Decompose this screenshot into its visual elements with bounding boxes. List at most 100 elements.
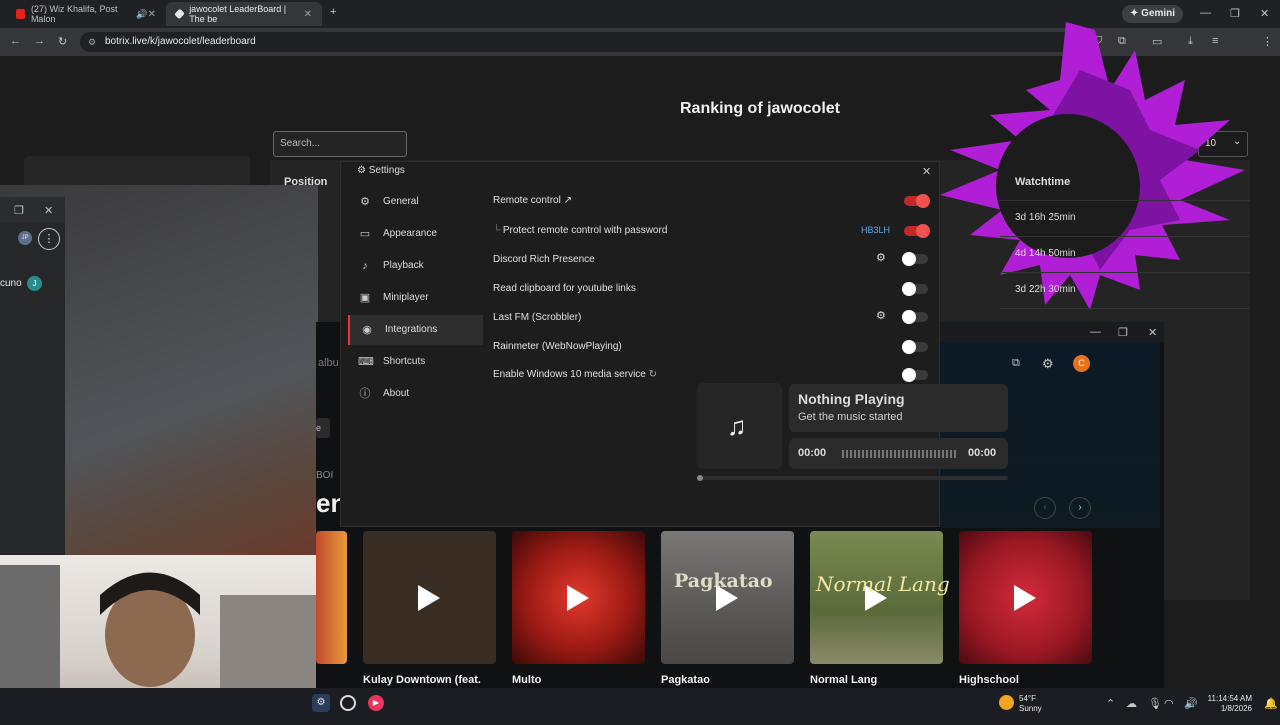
gear-icon[interactable]: ⚙ [876, 251, 886, 264]
restore-icon[interactable]: ❐ [1118, 326, 1128, 339]
settings-nav-miniplayer[interactable]: ▣ Miniplayer [348, 283, 483, 313]
progress-knob[interactable] [697, 475, 703, 481]
album-title[interactable]: Kulay Downtown (feat. [363, 674, 481, 686]
option-rainmeter: Rainmeter (WebNowPlaying) [493, 341, 622, 352]
waveform-seek-bar[interactable] [842, 450, 958, 458]
album-title[interactable]: Pagkatao [661, 674, 710, 686]
album-title[interactable]: Highschool [959, 674, 1019, 686]
row-divider [1000, 236, 1250, 237]
site-info-icon[interactable]: ⚙ [88, 32, 96, 52]
album-card[interactable] [316, 531, 347, 664]
progress-bar[interactable] [697, 475, 1008, 481]
microphone-icon[interactable]: 🎙 [1148, 697, 1162, 710]
weather-temp: 54°F [1019, 694, 1036, 703]
volume-icon[interactable]: 🔊 [1184, 697, 1198, 710]
reload-icon[interactable]: ↻ [58, 35, 67, 48]
settings-nav-shortcuts[interactable]: ⌨ Shortcuts [348, 347, 483, 377]
restore-icon[interactable]: ❐ [14, 204, 24, 217]
miniplayer-icon[interactable]: ⧉ [1012, 357, 1020, 370]
watchtime-cell: 3d 22h 30min [1015, 284, 1076, 295]
settings-nav-playback[interactable]: ♪ Playback [348, 251, 483, 281]
settings-nav-about[interactable]: ⓘ About [348, 379, 483, 409]
close-window-icon[interactable]: ✕ [44, 204, 53, 217]
close-tab-icon[interactable]: ✕ [148, 9, 156, 20]
music-app-taskbar-icon[interactable]: ▶ [368, 695, 384, 711]
album-card[interactable] [512, 531, 645, 664]
back-icon[interactable]: ← [10, 35, 21, 47]
wifi-icon[interactable]: ◠ [1164, 697, 1174, 710]
option-clipboard: Read clipboard for youtube links [493, 283, 636, 294]
miniplayer-icon: ▣ [359, 292, 371, 304]
broadcast-icon: ◉ [362, 324, 372, 336]
onedrive-icon[interactable]: ☁ [1126, 697, 1137, 710]
notification-icon[interactable]: 🔔 [1264, 697, 1278, 710]
weather-widget[interactable]: 54°F Sunny [1019, 694, 1042, 714]
close-window-icon[interactable]: ✕ [1148, 326, 1157, 339]
play-icon[interactable] [567, 585, 589, 611]
minimize-icon[interactable]: — [1200, 7, 1211, 19]
clock-date: 1/8/2026 [1220, 704, 1252, 713]
carousel-next-button[interactable]: › [1069, 497, 1091, 519]
toggle-protect-remote[interactable] [904, 224, 930, 238]
partial-text: BOI [316, 470, 334, 481]
play-icon[interactable] [1014, 585, 1036, 611]
album-card[interactable] [959, 531, 1092, 664]
album-title[interactable]: Multo [512, 674, 541, 686]
settings-nav-integrations[interactable]: ◉ Integrations [348, 315, 483, 345]
refresh-icon[interactable]: ↻ [649, 369, 657, 380]
search-input[interactable]: Search... [273, 131, 407, 157]
tab-label: jawocolet LeaderBoard | The be [189, 4, 287, 24]
player-artwork: ♫ [697, 383, 782, 469]
minimize-icon[interactable]: — [1090, 326, 1101, 338]
play-icon[interactable] [418, 585, 440, 611]
option-windows-media: Enable Windows 10 media service ↻ [493, 369, 658, 380]
tab-label: (27) Wiz Khalifa, Post Malon [30, 4, 118, 24]
restore-icon[interactable]: ❐ [1230, 7, 1240, 20]
partial-text: albu [318, 357, 339, 369]
menu-dots-icon[interactable]: ⋮ [38, 228, 60, 250]
album-card[interactable] [363, 531, 496, 664]
botrix-icon [174, 8, 185, 20]
browser-tab-leaderboard[interactable]: jawocolet LeaderBoard | The be ✕ [166, 2, 322, 26]
browser-tab-youtube[interactable]: (27) Wiz Khalifa, Post Malon 🔊 ✕ [6, 2, 166, 26]
account-badge: J [27, 276, 42, 291]
avatar[interactable]: C [1073, 355, 1090, 372]
gear-icon[interactable]: ⚙ [876, 309, 886, 322]
new-tab-icon[interactable]: + [330, 6, 336, 18]
toggle-lastfm[interactable] [902, 310, 928, 324]
forward-icon[interactable]: → [34, 35, 45, 47]
menu-dots-icon[interactable]: ⋮ [1262, 35, 1273, 48]
app-icon[interactable] [340, 695, 356, 711]
toggle-remote-control[interactable] [904, 194, 930, 208]
speaker-icon[interactable]: 🔊 [136, 9, 147, 20]
album-art-text: Pagkatao [674, 570, 773, 592]
url-text: botrix.live/k/jawocolet/leaderboard [105, 36, 256, 47]
row-divider [1000, 272, 1250, 273]
chevron-up-icon[interactable]: ⌃ [1106, 697, 1115, 710]
close-window-icon[interactable]: ✕ [1260, 7, 1269, 20]
clock-time: 11:14:54 AM [1207, 694, 1252, 703]
toggle-clipboard[interactable] [902, 282, 928, 296]
toggle-rainmeter[interactable] [902, 340, 928, 354]
gear-icon[interactable]: ⚙ [1042, 356, 1054, 372]
option-discord: Discord Rich Presence [493, 254, 595, 265]
steam-icon[interactable]: ⚙ [312, 694, 330, 712]
settings-nav-appearance[interactable]: ▭ Appearance [348, 219, 483, 249]
album-title[interactable]: Normal Lang [810, 674, 877, 686]
clock[interactable]: 11:14:54 AM 1/8/2026 [1200, 694, 1252, 714]
external-link-icon[interactable]: ↗ [564, 195, 572, 206]
profile-card [24, 156, 250, 186]
partial-chip[interactable]: e [316, 418, 330, 438]
album-card[interactable] [810, 531, 943, 664]
toggle-discord[interactable] [902, 252, 928, 266]
close-tab-icon[interactable]: ✕ [304, 9, 312, 20]
carousel-prev-button[interactable]: ‹ [1034, 497, 1056, 519]
audio-visualizer [940, 22, 1245, 310]
sun-icon [999, 695, 1014, 710]
column-header-watchtime: Watchtime [1015, 176, 1071, 188]
close-icon[interactable]: ✕ [922, 165, 931, 178]
toggle-windows-media[interactable] [902, 368, 928, 382]
profile-avatar[interactable]: JP [18, 231, 32, 245]
album-card[interactable] [661, 531, 794, 664]
settings-nav-general[interactable]: ⚙ General [348, 187, 483, 217]
